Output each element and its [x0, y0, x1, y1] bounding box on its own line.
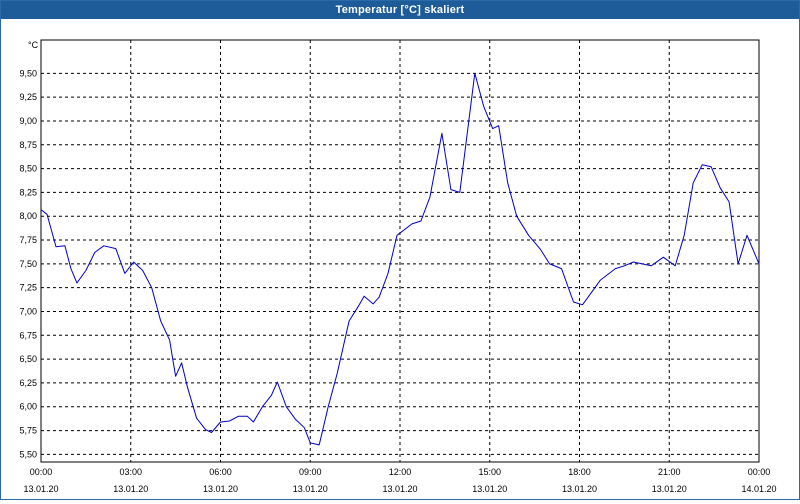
y-tick-label: 5,75	[19, 426, 37, 436]
window-title: Temperatur [°C] skaliert	[1, 1, 799, 19]
y-tick-label: 6,50	[19, 354, 37, 364]
x-tick-date-label: 13.01.20	[472, 484, 507, 494]
y-tick-label: 9,00	[19, 116, 37, 126]
y-tick-label: 6,00	[19, 402, 37, 412]
y-tick-label: 7,50	[19, 259, 37, 269]
x-tick-date-label: 13.01.20	[382, 484, 417, 494]
x-tick-time-label: 21:00	[658, 467, 681, 477]
y-axis-tick-labels: 5,50 5,75 6,00 6,25 6,50 6,75 7,00 7,25 7,50 7,75…	[19, 68, 37, 459]
x-tick-date-label: 13.01.20	[203, 484, 238, 494]
y-tick-label: 7,25	[19, 283, 37, 293]
y-tick-label: 8,75	[19, 140, 37, 150]
y-tick-label: 9,50	[19, 68, 37, 78]
y-tick-label: 7,75	[19, 235, 37, 245]
temperature-line-chart: °C 5,50 5,75 6,00 6,25 6,50 6,75 7,00 7,25 7,50 7…	[19, 39, 777, 494]
y-tick-label: 7,00	[19, 306, 37, 316]
x-tick-time-label: 15:00	[478, 467, 501, 477]
x-axis-tick-labels: 00:00 13.01.20 03:00 13.01.20 06:00 13.01.20 0…	[23, 467, 776, 494]
x-tick-date-label: 13.01.20	[652, 484, 687, 494]
x-tick-time-label: 18:00	[568, 467, 591, 477]
grid-lines	[41, 40, 759, 462]
x-tick-date-label: 13.01.20	[23, 484, 58, 494]
y-axis-unit-label: °C	[28, 40, 39, 50]
x-tick-time-label: 00:00	[748, 467, 771, 477]
chart-window: Temperatur [°C] skaliert °C 5,50 5,75 6,00…	[0, 0, 800, 500]
x-tick-date-label: 13.01.20	[562, 484, 597, 494]
x-tick-date-label: 14.01.20	[741, 484, 776, 494]
x-tick-date-label: 13.01.20	[293, 484, 328, 494]
x-tick-time-label: 03:00	[119, 467, 142, 477]
y-tick-label: 5,50	[19, 449, 37, 459]
x-tick-time-label: 00:00	[30, 467, 53, 477]
x-tick-time-label: 09:00	[299, 467, 322, 477]
x-tick-time-label: 06:00	[209, 467, 232, 477]
x-tick-date-label: 13.01.20	[113, 484, 148, 494]
y-tick-label: 8,00	[19, 211, 37, 221]
chart-area: °C 5,50 5,75 6,00 6,25 6,50 6,75 7,00 7,25 7,50 7…	[1, 19, 799, 499]
y-tick-label: 6,75	[19, 330, 37, 340]
y-tick-label: 6,25	[19, 378, 37, 388]
y-tick-label: 8,25	[19, 187, 37, 197]
x-tick-time-label: 12:00	[389, 467, 412, 477]
y-tick-label: 9,25	[19, 92, 37, 102]
y-tick-label: 8,50	[19, 164, 37, 174]
